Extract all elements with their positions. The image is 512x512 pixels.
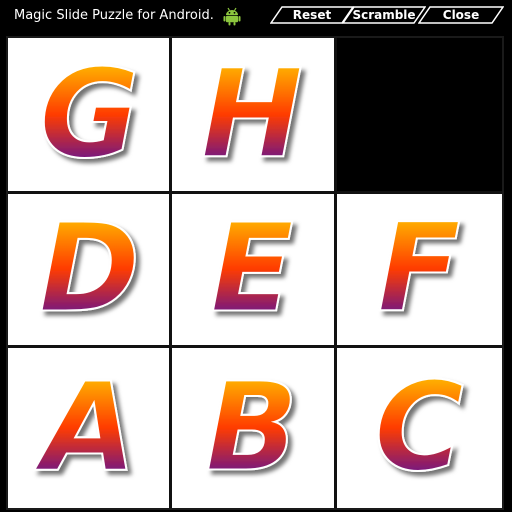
grid-line	[334, 38, 337, 508]
puzzle-tile[interactable]: D	[8, 193, 171, 344]
title-bar: Magic Slide Puzzle for Android. Reset Sc…	[0, 0, 512, 32]
puzzle-tile[interactable]: A	[8, 347, 171, 508]
tile-letter: B	[206, 357, 299, 499]
app-window: Magic Slide Puzzle for Android. Reset Sc…	[0, 0, 512, 512]
tile-letter: H	[201, 44, 303, 186]
grid-line	[169, 38, 172, 508]
puzzle-tile[interactable]: H	[171, 38, 333, 191]
tile-letter: A	[34, 357, 136, 499]
puzzle-tile[interactable]: B	[171, 347, 333, 508]
puzzle-tile[interactable]: E	[171, 193, 333, 344]
window-title: Magic Slide Puzzle for Android.	[14, 8, 214, 23]
tile-letter: D	[39, 198, 140, 340]
tile-letter: G	[39, 44, 139, 186]
tile-letter: E	[210, 198, 293, 340]
android-icon	[223, 7, 241, 26]
tile-letter: F	[377, 198, 460, 340]
close-button-label: Close	[442, 8, 480, 22]
puzzle-tile[interactable]: C	[336, 347, 502, 508]
grid-line	[8, 345, 502, 348]
scramble-button[interactable]: Scramble	[342, 6, 426, 24]
scramble-button-label: Scramble	[352, 8, 416, 22]
puzzle-board: GHDEF ABC	[6, 36, 504, 510]
empty-slot	[336, 38, 502, 191]
puzzle-tile[interactable]: F	[336, 193, 502, 344]
puzzle-tile[interactable]: G	[8, 38, 171, 191]
grid-line	[8, 191, 502, 194]
close-button[interactable]: Close	[418, 6, 504, 24]
tile-letter: C	[374, 357, 464, 499]
